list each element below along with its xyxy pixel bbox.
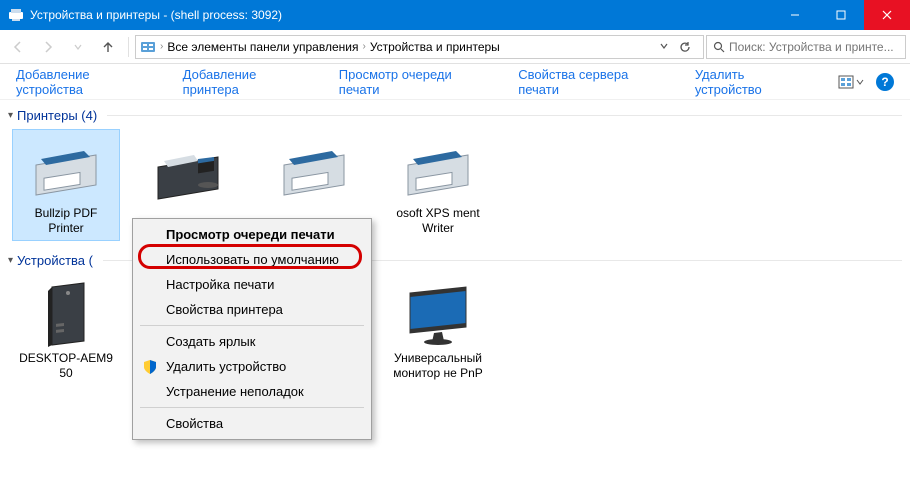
group-title: Принтеры (4) [17,108,97,123]
menu-separator [140,407,364,408]
search-box[interactable] [706,35,906,59]
chevron-right-icon: › [160,41,163,52]
printer-item[interactable]: osoft XPS ment Writer [384,129,492,241]
printer-item[interactable]: Bullzip PDF Printer [12,129,120,241]
chevron-down-icon: ▾ [8,110,13,121]
menu-separator [140,325,364,326]
toolbar: Добавление устройства Добавление принтер… [0,64,910,100]
breadcrumb-dropdown[interactable] [659,41,679,53]
fax-icon [148,134,232,204]
add-device-link[interactable]: Добавление устройства [16,67,157,97]
minimize-button[interactable] [772,0,818,30]
titlebar: Устройства и принтеры - (shell process: … [0,0,910,30]
chevron-right-icon: › [362,41,365,52]
device-item[interactable]: Универсальный монитор не PnP [384,274,492,416]
item-label: osoft XPS ment Writer [389,206,487,236]
breadcrumb-item[interactable]: Устройства и принтеры [370,40,500,54]
window-title: Устройства и принтеры - (shell process: … [30,8,772,22]
control-panel-icon [140,39,156,55]
context-menu: Просмотр очереди печати Использовать по … [132,218,372,440]
view-queue-link[interactable]: Просмотр очереди печати [339,67,492,97]
navbar: › Все элементы панели управления › Устро… [0,30,910,64]
search-icon [713,41,725,53]
printer-icon [24,134,108,204]
item-label: DESKTOP-AEM9 50 [17,351,115,381]
remove-device-link[interactable]: Удалить устройство [695,67,812,97]
printer-icon [272,134,356,204]
printer-icon [396,134,480,204]
group-title: Устройства ( [17,253,93,268]
up-button[interactable] [94,33,122,61]
menu-print-prefs[interactable]: Настройка печати [136,272,368,297]
chevron-down-icon: ▾ [8,255,13,266]
view-mode-button[interactable] [838,75,864,89]
app-icon [8,7,24,23]
close-button[interactable] [864,0,910,30]
menu-printer-props[interactable]: Свойства принтера [136,297,368,322]
server-props-link[interactable]: Свойства сервера печати [518,67,669,97]
menu-create-shortcut[interactable]: Создать ярлык [136,329,368,354]
monitor-icon [396,279,480,349]
menu-set-default[interactable]: Использовать по умолчанию [136,247,368,272]
breadcrumb-item[interactable]: Все элементы панели управления [167,40,358,54]
search-input[interactable] [729,40,899,54]
group-header-printers[interactable]: ▾ Принтеры (4) [8,108,902,123]
item-label: Bullzip PDF Printer [17,206,115,236]
breadcrumb[interactable]: › Все элементы панели управления › Устро… [135,35,704,59]
history-dropdown[interactable] [64,33,92,61]
device-item[interactable]: DESKTOP-AEM9 50 [12,274,120,416]
menu-properties[interactable]: Свойства [136,411,368,436]
forward-button[interactable] [34,33,62,61]
back-button[interactable] [4,33,32,61]
menu-remove[interactable]: Удалить устройство [136,354,368,379]
desktop-pc-icon [24,279,108,349]
refresh-button[interactable] [679,41,699,53]
menu-view-queue[interactable]: Просмотр очереди печати [136,222,368,247]
help-button[interactable]: ? [876,73,894,91]
menu-troubleshoot[interactable]: Устранение неполадок [136,379,368,404]
shield-icon [142,359,158,375]
maximize-button[interactable] [818,0,864,30]
add-printer-link[interactable]: Добавление принтера [183,67,313,97]
item-label: Универсальный монитор не PnP [389,351,487,381]
